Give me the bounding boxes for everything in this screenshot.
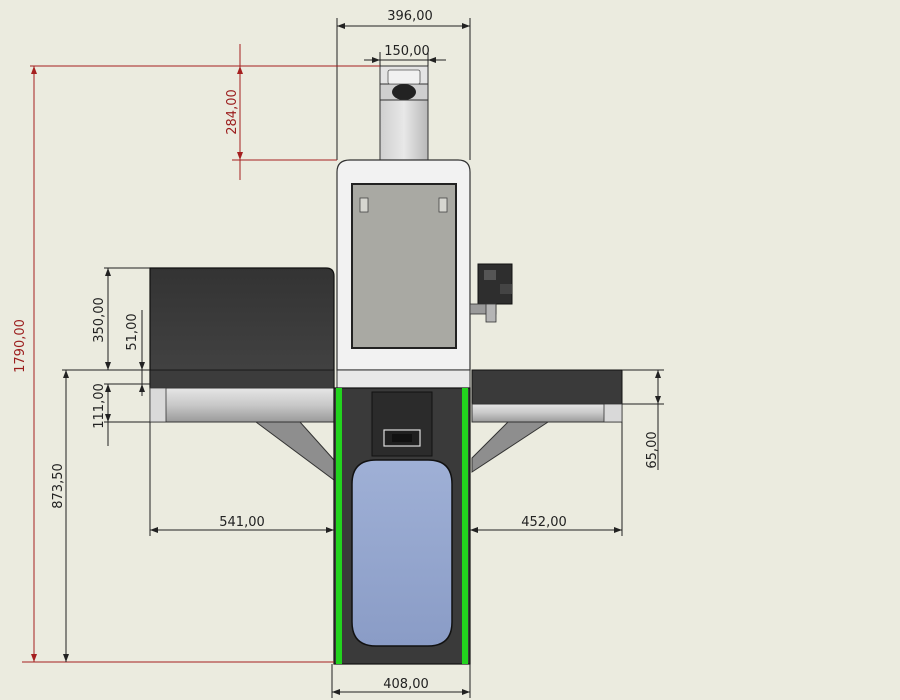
dim-right-reach-label: 452,00	[521, 515, 567, 530]
dim-right-shelf-thickness: 65,00	[622, 369, 664, 470]
dim-base-width: 408,00	[331, 664, 471, 698]
dim-right-shelf-thickness-label: 65,00	[645, 431, 660, 468]
right-shelf	[471, 403, 623, 423]
left-green-edge	[336, 388, 342, 664]
dim-shelf-thickness: 111,00	[92, 383, 150, 446]
dim-left-panel-inset-label: 51,00	[125, 313, 140, 350]
side-scanner	[469, 263, 513, 323]
dim-total-height-label: 1790,00	[13, 319, 28, 373]
dim-shelf-height-label: 873,50	[51, 463, 66, 509]
bottom-screen	[351, 459, 453, 647]
dim-left-panel-height-label: 350,00	[92, 297, 107, 343]
technical-drawing: 396,00 150,00 284,00 1790,00 350,00 51,0…	[13, 9, 664, 698]
upper-housing	[336, 159, 471, 389]
dim-neck-width: 150,00	[364, 44, 446, 66]
dim-left-panel-height: 350,00	[92, 267, 150, 371]
machine-body	[149, 65, 623, 665]
dim-top-width-label: 396,00	[387, 9, 433, 24]
left-tray	[149, 267, 335, 481]
dim-left-panel-inset: 51,00	[125, 310, 150, 396]
dim-left-reach-label: 541,00	[219, 515, 265, 530]
camera-lens-icon	[392, 84, 416, 100]
dim-base-width-label: 408,00	[383, 677, 429, 692]
left-shelf	[149, 387, 335, 423]
lower-pedestal	[333, 387, 471, 665]
right-green-edge	[462, 388, 468, 664]
dim-shelf-thickness-label: 111,00	[92, 383, 107, 429]
camera-neck	[379, 65, 429, 161]
right-tray	[471, 369, 623, 473]
dim-neck-width-label: 150,00	[384, 44, 430, 59]
dim-neck-height-label: 284,00	[225, 89, 240, 135]
